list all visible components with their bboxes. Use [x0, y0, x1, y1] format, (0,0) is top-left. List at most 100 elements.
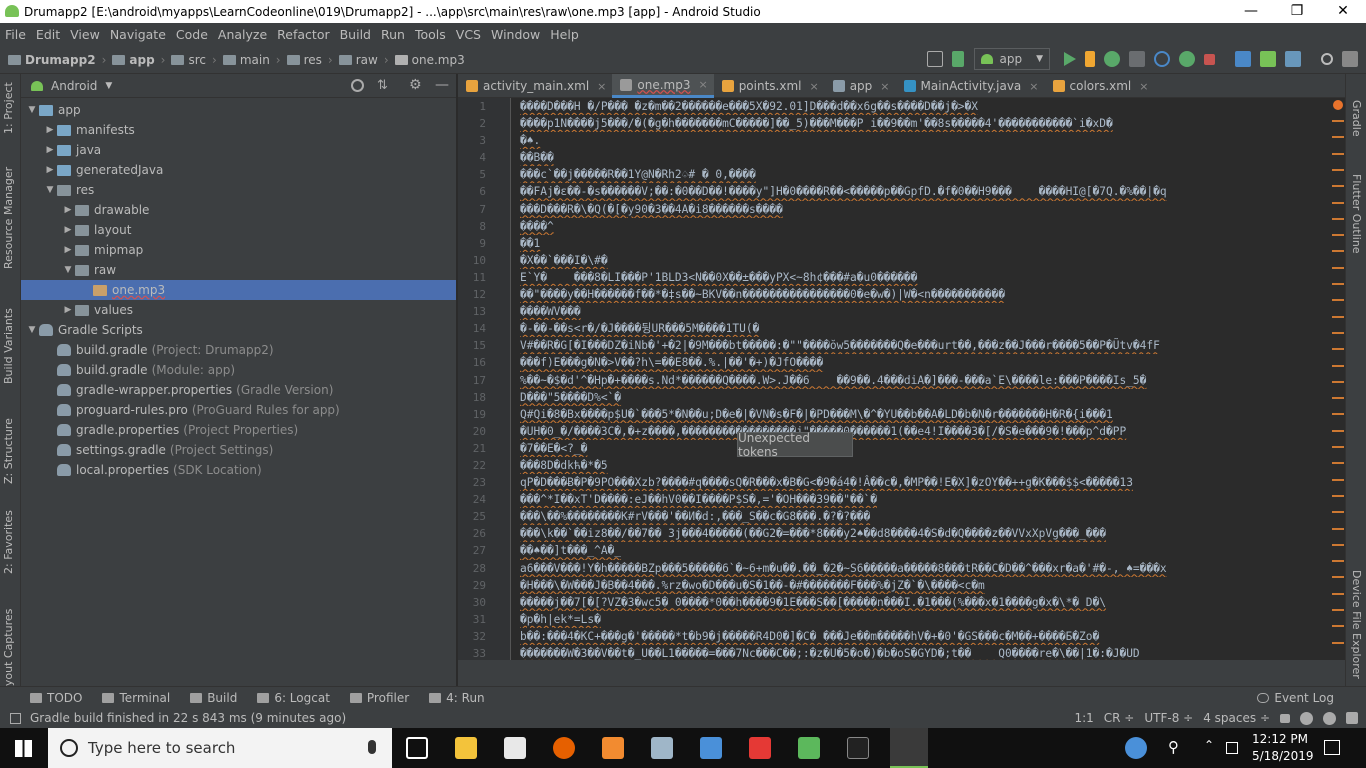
- tree-item[interactable]: gradle-wrapper.properties (Gradle Version…: [21, 380, 456, 400]
- editor-tab[interactable]: app ×: [825, 74, 896, 98]
- code-line[interactable]: �p�h|ek*=Ls�: [512, 611, 1345, 628]
- code-line[interactable]: �♠.: [512, 132, 1345, 149]
- code-line[interactable]: �UH�0_�/����3C�,�+z����,����������������…: [512, 423, 1345, 440]
- tool-build-variants[interactable]: Build Variants: [2, 308, 15, 384]
- error-stripe[interactable]: [1331, 98, 1345, 660]
- error-marker[interactable]: [1332, 641, 1344, 644]
- line-number[interactable]: 6: [458, 183, 510, 200]
- code-line[interactable]: �����j��7[�[?VZ�3�wc5� 0����*0��h����9�1…: [512, 594, 1345, 611]
- android-studio-taskbar-icon[interactable]: [890, 728, 928, 768]
- line-number[interactable]: 18: [458, 389, 510, 406]
- tree-item[interactable]: ▶ values: [21, 300, 456, 320]
- error-marker[interactable]: [1332, 609, 1344, 611]
- tree-item[interactable]: ▼ raw: [21, 260, 456, 280]
- close-button[interactable]: ✕: [1320, 0, 1366, 23]
- line-number[interactable]: 30: [458, 594, 510, 611]
- line-number[interactable]: 8: [458, 218, 510, 235]
- line-number[interactable]: 29: [458, 577, 510, 594]
- action-center-icon[interactable]: [1324, 740, 1340, 755]
- tree-item[interactable]: ▶ generatedJava: [21, 160, 456, 180]
- error-marker[interactable]: [1332, 266, 1344, 269]
- code-line[interactable]: ��FAj�ε��-�s������V;��:�0��D��!����y"]H�…: [512, 183, 1345, 200]
- tool-profiler[interactable]: Profiler: [349, 691, 409, 705]
- tree-item[interactable]: ▶ mipmap: [21, 240, 456, 260]
- error-marker[interactable]: [1332, 136, 1344, 139]
- breadcrumb-project[interactable]: Drumapp2 ›: [8, 53, 106, 67]
- code-line[interactable]: ���f)E���g�N�>V��?h\=��E8��.%.|��'�+)�Jf…: [512, 354, 1345, 371]
- minimize-button[interactable]: —: [1228, 0, 1274, 23]
- breadcrumb-file[interactable]: one.mp3: [394, 53, 465, 67]
- command-prompt-icon[interactable]: [847, 737, 869, 759]
- error-marker[interactable]: [1332, 478, 1344, 481]
- caret-position[interactable]: 1:1: [1074, 711, 1093, 725]
- editor-tab[interactable]: MainActivity.java ×: [896, 74, 1045, 98]
- menu-window[interactable]: Window: [486, 27, 545, 42]
- error-marker[interactable]: [1332, 234, 1344, 237]
- line-number[interactable]: 26: [458, 525, 510, 542]
- close-tab-icon[interactable]: ×: [597, 80, 606, 93]
- code-line[interactable]: V#��R�G[�I���DZ�iNb�'+�2|�9M���bt�����:�…: [512, 337, 1345, 354]
- code-line[interactable]: �-��-��s<r�/�J����뒹UR���5M����1TU(�: [512, 320, 1345, 337]
- error-marker[interactable]: [1332, 201, 1344, 204]
- code-line[interactable]: b��:���4�KC+���g�'�����*t�b9�j�����R4D0�…: [512, 628, 1345, 645]
- error-marker[interactable]: [1332, 592, 1344, 595]
- line-number[interactable]: 28: [458, 560, 510, 577]
- error-marker[interactable]: [1332, 364, 1344, 367]
- whatsapp-icon[interactable]: [749, 737, 771, 759]
- avatar[interactable]: [1342, 51, 1358, 67]
- code-line[interactable]: E`Y� ���8�LI���P'1BLD3<N��0X��±���yPX<~8…: [512, 269, 1345, 286]
- run-configuration-select[interactable]: app ▼: [974, 48, 1050, 70]
- tree-item[interactable]: ▼ Gradle Scripts: [21, 320, 456, 340]
- editor-tab[interactable]: colors.xml ×: [1045, 74, 1155, 98]
- menu-navigate[interactable]: Navigate: [105, 27, 171, 42]
- hammer-icon[interactable]: [952, 51, 965, 67]
- chevron-down-icon[interactable]: ▼: [105, 81, 112, 91]
- run-icon[interactable]: [1064, 52, 1076, 66]
- profiler-icon[interactable]: [1154, 51, 1170, 67]
- notifications-icon[interactable]: [1346, 712, 1358, 724]
- menu-view[interactable]: View: [65, 27, 105, 42]
- error-marker[interactable]: [1332, 625, 1344, 628]
- line-separator[interactable]: CR ÷: [1104, 711, 1135, 725]
- line-number[interactable]: 25: [458, 508, 510, 525]
- breadcrumb-res[interactable]: res ›: [286, 53, 333, 67]
- error-marker[interactable]: [1332, 397, 1344, 400]
- menu-analyze[interactable]: Analyze: [213, 27, 272, 42]
- collapse-icon[interactable]: ⇅: [377, 78, 388, 93]
- tree-item[interactable]: one.mp3: [21, 280, 456, 300]
- code-line[interactable]: ��"����y��H������f��*�‡s��~BKV��n�������…: [512, 286, 1345, 303]
- task-view-icon[interactable]: [406, 737, 428, 759]
- error-marker[interactable]: [1332, 217, 1344, 220]
- menu-edit[interactable]: Edit: [31, 27, 65, 42]
- tree-item[interactable]: ▶ drawable: [21, 200, 456, 220]
- collapsed-arrow-icon[interactable]: ▶: [43, 125, 57, 135]
- line-number[interactable]: 31: [458, 611, 510, 628]
- people-icon[interactable]: ⚲: [1168, 738, 1179, 756]
- tree-item[interactable]: local.properties (SDK Location): [21, 460, 456, 480]
- sdk-manager-icon[interactable]: [1285, 51, 1301, 67]
- search-input[interactable]: Type here to search: [88, 739, 235, 757]
- close-tab-icon[interactable]: ×: [880, 80, 889, 93]
- tree-item[interactable]: proguard-rules.pro (ProGuard Rules for ap…: [21, 400, 456, 420]
- tool-flutter-outline[interactable]: Flutter Outline: [1350, 174, 1363, 254]
- collapsed-arrow-icon[interactable]: ▶: [43, 145, 57, 155]
- code-line[interactable]: a6���V���!Y�h�����BZp���5�����6`�~6+m�u�…: [512, 560, 1345, 577]
- error-marker[interactable]: [1332, 348, 1344, 351]
- tree-item[interactable]: build.gradle (Project: Drumapp2): [21, 340, 456, 360]
- tree-item[interactable]: build.gradle (Module: app): [21, 360, 456, 380]
- error-marker[interactable]: [1332, 511, 1344, 514]
- code-line[interactable]: �������W�3��V��t�_U��L1�����=���7Nc���C�…: [512, 645, 1345, 660]
- close-tab-icon[interactable]: ×: [809, 80, 818, 93]
- code-line[interactable]: ���c`��j�����R��1Y@N�Rh2♤# � 0,����: [512, 166, 1345, 183]
- locate-icon[interactable]: [351, 79, 364, 92]
- taskbar-search[interactable]: Type here to search: [48, 728, 392, 768]
- collapsed-arrow-icon[interactable]: ▶: [61, 305, 75, 315]
- line-number[interactable]: 19: [458, 406, 510, 423]
- line-number[interactable]: 3: [458, 132, 510, 149]
- warning-icon[interactable]: [1333, 100, 1343, 110]
- line-number[interactable]: 15: [458, 337, 510, 354]
- lock-icon[interactable]: [1280, 713, 1290, 723]
- menu-code[interactable]: Code: [171, 27, 213, 42]
- notes-icon[interactable]: [798, 737, 820, 759]
- attach-debugger-icon[interactable]: [1129, 51, 1145, 67]
